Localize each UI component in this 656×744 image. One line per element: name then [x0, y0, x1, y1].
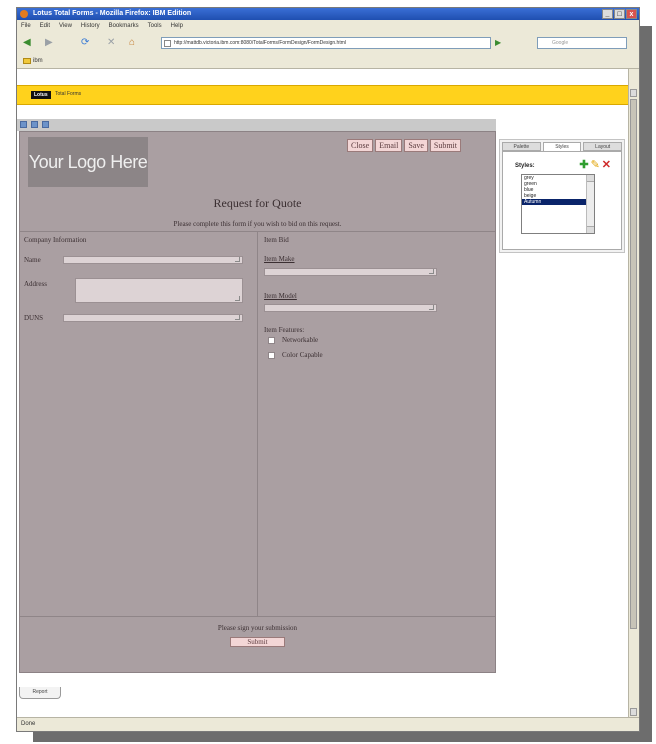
properties-panel: Palette Styles Layout Styles: ✚ ✎ ✕ grey… [499, 139, 625, 253]
address-field[interactable] [75, 278, 243, 303]
firefox-icon [20, 10, 28, 18]
sign-instruction: Please sign your submission [217, 624, 298, 632]
signature-submit-button[interactable]: Submit [230, 637, 285, 647]
duns-field[interactable] [63, 314, 243, 322]
toolbar-icon-1[interactable] [20, 121, 27, 128]
tab-palette[interactable]: Palette [502, 142, 541, 151]
reload-icon[interactable]: ⟳ [81, 37, 89, 49]
name-field[interactable] [63, 256, 243, 264]
navigation-toolbar: ◀ ▶ ⟳ ✕ ⌂ http://mattdb.victoria.ibm.com… [17, 33, 639, 53]
networkable-label: Networkable [282, 336, 319, 344]
scroll-thumb[interactable] [630, 99, 637, 629]
scroll-up-icon[interactable] [630, 89, 637, 97]
item-make-field[interactable] [264, 268, 437, 276]
window-controls: _ □ x [602, 9, 637, 19]
toolbar-icon-2[interactable] [31, 121, 38, 128]
style-item-selected[interactable]: Autumn [522, 199, 594, 205]
scroll-down-icon[interactable] [630, 708, 637, 716]
minimize-button[interactable]: _ [602, 9, 613, 19]
styles-label: Styles: [515, 163, 535, 169]
designer-toolbar [17, 119, 496, 131]
page-icon [164, 40, 171, 47]
home-icon[interactable]: ⌂ [129, 37, 135, 49]
menu-bookmarks[interactable]: Bookmarks [109, 21, 139, 32]
add-style-icon[interactable]: ✚ [579, 160, 588, 171]
address-label: Address [24, 280, 47, 288]
submit-button[interactable]: Submit [429, 139, 461, 152]
email-button[interactable]: Email [375, 139, 403, 152]
menu-edit[interactable]: Edit [40, 21, 50, 32]
maximize-button[interactable]: □ [614, 9, 625, 19]
name-label: Name [24, 256, 41, 264]
search-input[interactable]: Google [537, 37, 627, 49]
color-capable-checkbox[interactable] [268, 352, 275, 359]
bookmark-label: ibm [33, 58, 43, 64]
form-actions: Close Email Save Submit [346, 139, 461, 152]
item-section-heading: Item Bid [264, 236, 289, 244]
company-section-heading: Company Information [24, 236, 87, 244]
lotus-logo: Lotus [31, 91, 51, 99]
back-icon[interactable]: ◀ [23, 37, 31, 49]
styles-pane: Styles: ✚ ✎ ✕ grey green blue beige Autu… [502, 151, 622, 250]
column-divider [257, 231, 258, 616]
style-actions: ✚ ✎ ✕ [579, 160, 611, 171]
status-text: Done [21, 721, 36, 727]
app-name: Total Forms [55, 91, 82, 97]
menu-bar: File Edit View History Bookmarks Tools H… [17, 21, 639, 32]
menu-file[interactable]: File [21, 21, 31, 32]
duns-label: DUNS [24, 314, 44, 322]
forward-icon[interactable]: ▶ [45, 37, 53, 49]
styles-list[interactable]: grey green blue beige Autumn [521, 174, 595, 234]
menu-view[interactable]: View [59, 21, 72, 32]
delete-style-icon[interactable]: ✕ [602, 160, 611, 171]
page-content: Lotus Total Forms Your Logo Here Close E… [17, 69, 629, 718]
menu-tools[interactable]: Tools [148, 21, 162, 32]
close-window-button[interactable]: x [626, 9, 637, 19]
form-title: Request for Quote [213, 196, 302, 210]
item-model-field[interactable] [264, 304, 437, 312]
window-title: Lotus Total Forms - Mozilla Firefox: IBM… [33, 10, 192, 17]
search-placeholder: Google [552, 40, 569, 46]
item-features-label: Item Features: [264, 326, 305, 334]
url-bar[interactable]: http://mattdb.victoria.ibm.com:8080/Tota… [161, 37, 491, 49]
styles-list-scrollbar[interactable] [586, 175, 594, 233]
form-subtitle: Please complete this form if you wish to… [173, 220, 342, 228]
networkable-checkbox[interactable] [268, 337, 275, 344]
tab-layout[interactable]: Layout [583, 142, 623, 151]
panel-tabs: Palette Styles Layout [502, 142, 623, 151]
item-make-label: Item Make [264, 255, 295, 263]
toolbar-icon-3[interactable] [42, 121, 49, 128]
tab-styles[interactable]: Styles [542, 142, 582, 151]
app-banner: Lotus Total Forms [17, 85, 629, 105]
url-text: http://mattdb.victoria.ibm.com:8080/Tota… [174, 40, 346, 46]
go-icon[interactable]: ▶ [495, 37, 501, 49]
status-bar: Done [17, 717, 639, 731]
bookmarks-toolbar: ibm [17, 54, 639, 69]
browser-window: Lotus Total Forms - Mozilla Firefox: IBM… [16, 7, 640, 732]
bookmark-ibm[interactable]: ibm [23, 57, 43, 65]
page-scrollbar[interactable] [628, 69, 639, 718]
title-bar: Lotus Total Forms - Mozilla Firefox: IBM… [17, 8, 639, 20]
save-button[interactable]: Save [404, 139, 428, 152]
quote-form: Your Logo Here Close Email Save Submit R… [19, 131, 496, 673]
stop-icon[interactable]: ✕ [107, 37, 115, 49]
logo-placeholder: Your Logo Here [28, 137, 148, 187]
folder-icon [23, 58, 31, 64]
edit-style-icon[interactable]: ✎ [591, 160, 600, 171]
close-button[interactable]: Close [346, 139, 374, 152]
item-model-label: Item Model [264, 292, 297, 300]
footer-divider [20, 616, 495, 617]
report-tab[interactable]: Report [19, 687, 61, 699]
color-capable-label: Color Capable [282, 351, 323, 359]
menu-history[interactable]: History [81, 21, 100, 32]
menu-help[interactable]: Help [171, 21, 183, 32]
